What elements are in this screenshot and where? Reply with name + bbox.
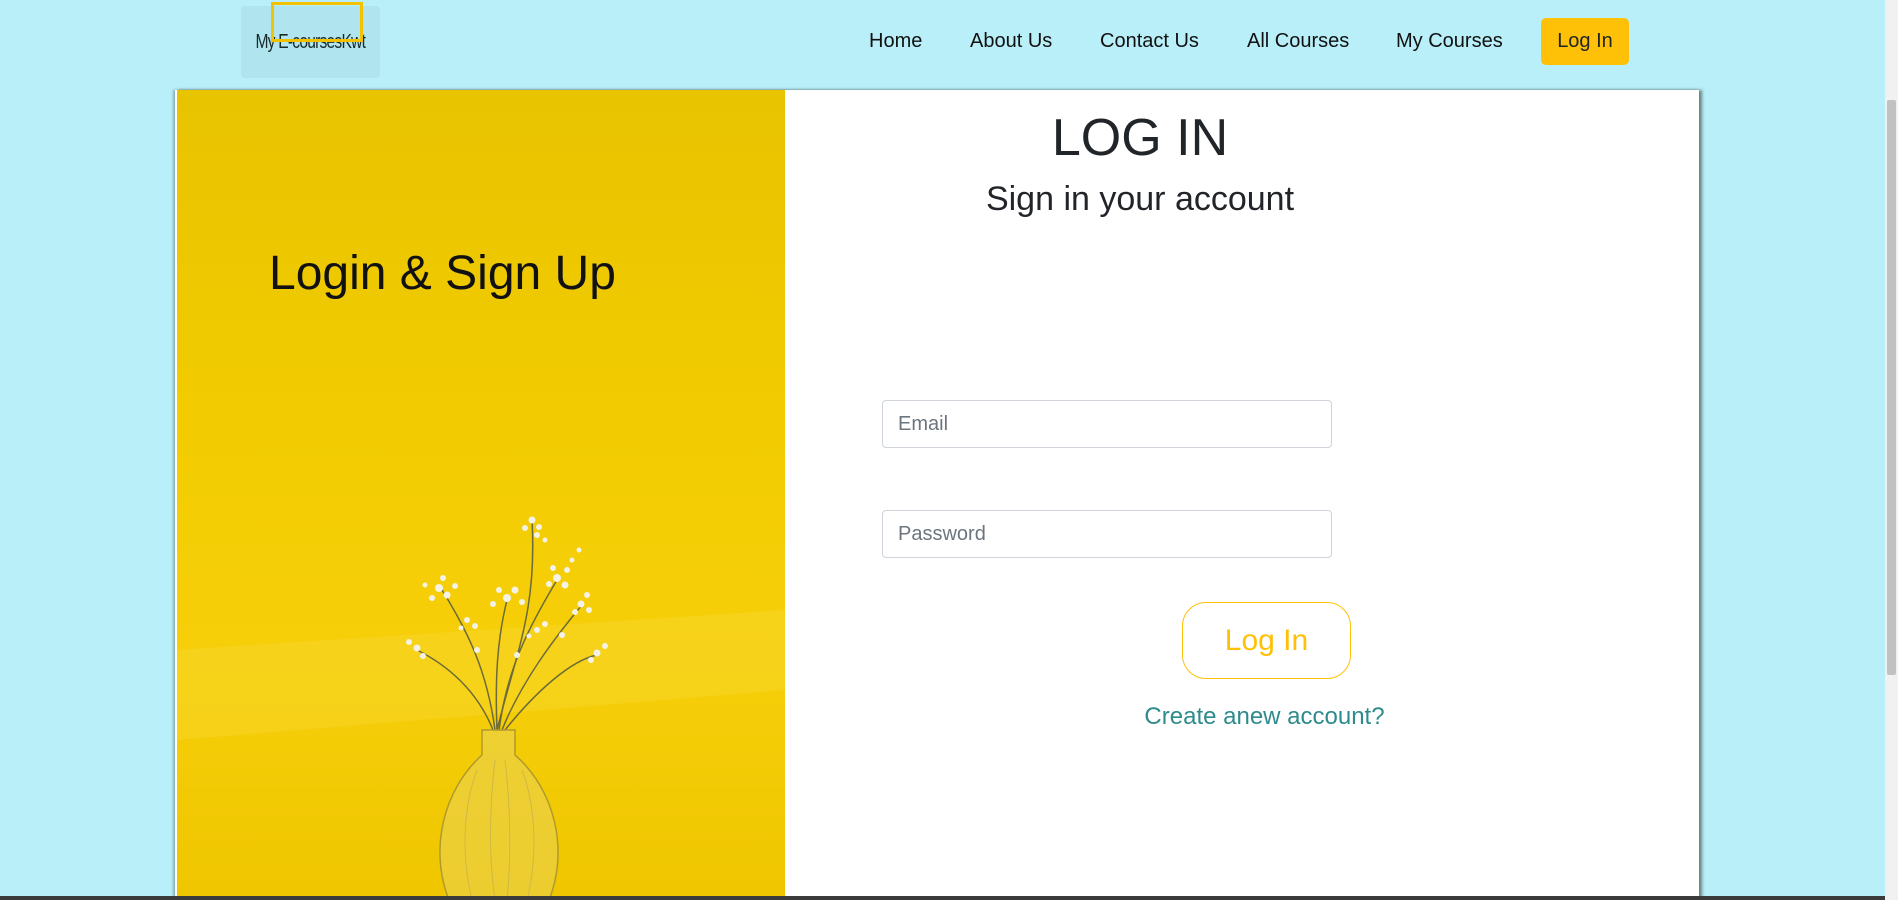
login-card: Login & Sign Up	[175, 90, 1699, 900]
nav-my-courses[interactable]: My Courses	[1396, 30, 1503, 53]
nav-contact-us[interactable]: Contact Us	[1100, 30, 1199, 53]
login-submit-button[interactable]: Log In	[1182, 602, 1351, 679]
nav-all-courses[interactable]: All Courses	[1247, 30, 1349, 53]
nav-login-button[interactable]: Log In	[1541, 18, 1629, 65]
form-title: LOG IN	[1051, 109, 1229, 167]
navbar: My E-coursesKwt Home About Us Contact Us…	[0, 0, 1885, 90]
scrollbar-thumb[interactable]	[1887, 100, 1896, 675]
flower-vase-image	[177, 516, 785, 900]
email-field[interactable]	[882, 400, 1332, 448]
form-subtitle: Sign in your account	[985, 180, 1295, 218]
vertical-scrollbar[interactable]	[1885, 0, 1898, 900]
create-account-link[interactable]: Create anew account?	[1112, 703, 1417, 731]
bottom-edge	[0, 896, 1885, 900]
panel-title: Login & Sign Up	[269, 247, 616, 300]
nav-about-us[interactable]: About Us	[970, 30, 1052, 53]
password-field[interactable]	[882, 510, 1332, 558]
nav-home[interactable]: Home	[869, 30, 922, 53]
hero-image-panel: Login & Sign Up	[177, 90, 785, 900]
